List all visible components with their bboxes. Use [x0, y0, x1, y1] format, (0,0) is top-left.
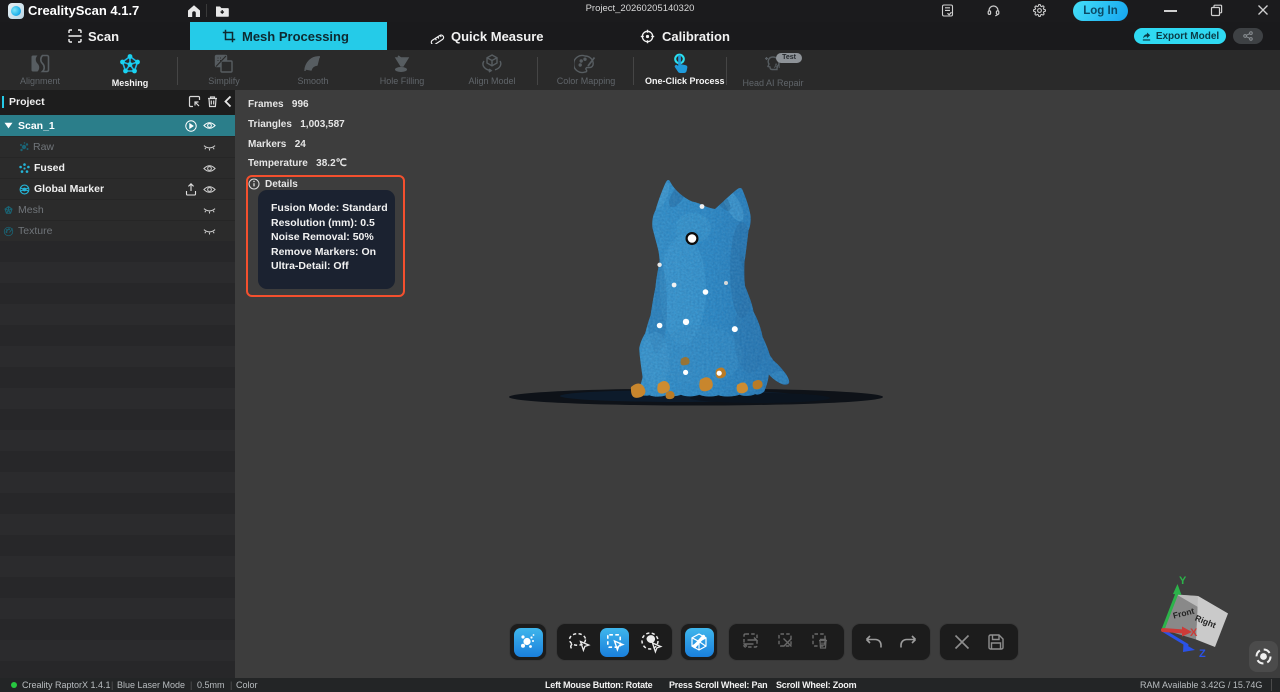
svg-text:X: X: [1190, 627, 1198, 639]
svg-text:Z: Z: [1199, 648, 1206, 660]
svg-text:Y: Y: [1179, 575, 1187, 587]
svg-text:AI: AI: [774, 64, 780, 70]
